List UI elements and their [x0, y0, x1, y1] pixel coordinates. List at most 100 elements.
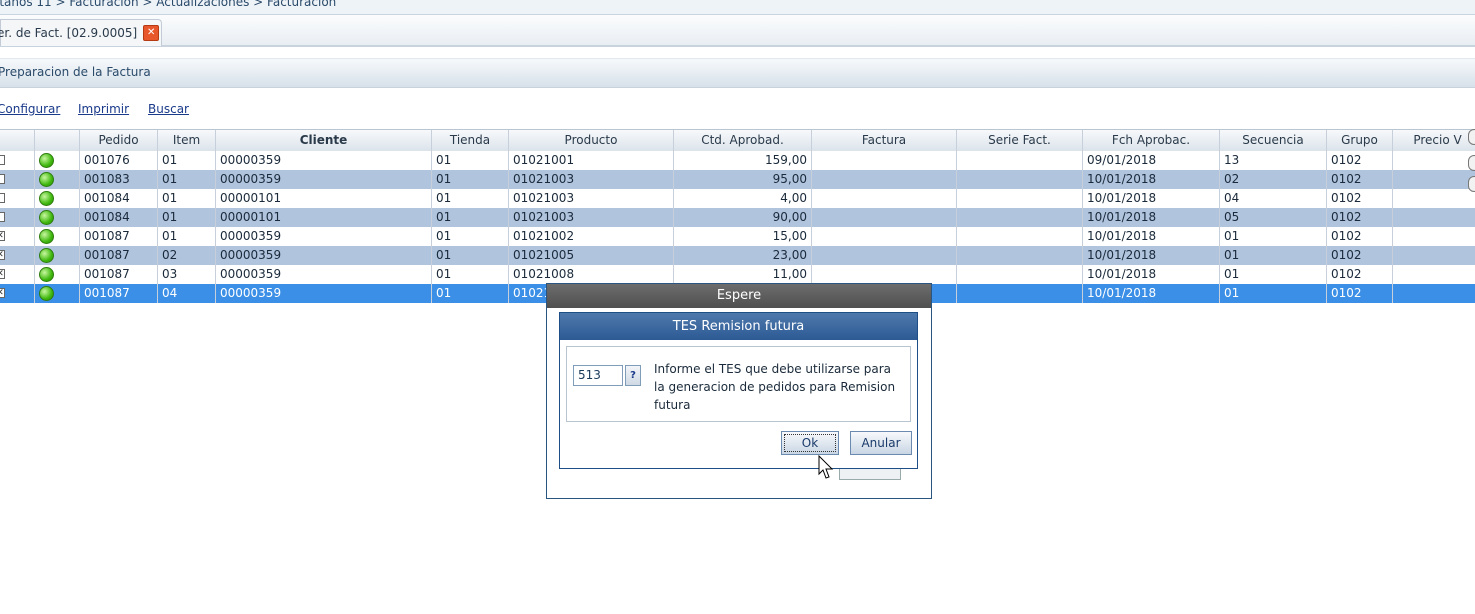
breadcrumb-bar: itanos 11 > Facturacion > Actualizacione… — [0, 0, 1475, 15]
status-cell — [35, 151, 80, 170]
cell-ctd: 95,00 — [674, 170, 812, 189]
cell-cliente: 00000359 — [216, 227, 432, 246]
cell-fecha: 10/01/2018 — [1083, 208, 1220, 227]
column-header[interactable]: Pedido — [80, 130, 158, 151]
cell-item: 01 — [158, 170, 216, 189]
row-checkbox-cell: ✕ — [0, 284, 35, 303]
row-checkbox[interactable] — [0, 174, 5, 184]
row-checkbox-cell — [0, 208, 35, 227]
row-checkbox[interactable] — [0, 212, 5, 222]
cell-secuencia: 13 — [1220, 151, 1327, 170]
ok-button[interactable]: Ok — [781, 431, 839, 455]
cell-secuencia: 01 — [1220, 265, 1327, 284]
cell-serie — [957, 189, 1083, 208]
table-row[interactable]: 001084 01 00000101 01 01021003 4,00 10/01/2018… — [0, 189, 1475, 208]
cell-precio — [1393, 170, 1475, 189]
column-header[interactable]: Cliente — [216, 130, 432, 151]
cell-tienda: 01 — [432, 246, 509, 265]
cell-ctd: 4,00 — [674, 189, 812, 208]
cell-ctd: 15,00 — [674, 227, 812, 246]
configurar-link[interactable]: Configurar — [0, 102, 60, 116]
column-header[interactable]: Factura — [812, 130, 957, 151]
column-header[interactable]: Item — [158, 130, 216, 151]
row-checkbox[interactable] — [0, 155, 5, 165]
status-green-icon — [39, 153, 54, 168]
column-header[interactable]: Tienda — [432, 130, 509, 151]
table-row[interactable]: ✕0010870300000359010102100811,0010/01/20… — [0, 265, 1475, 284]
cell-tienda: 01 — [432, 208, 509, 227]
cell-precio — [1393, 284, 1475, 303]
cell-cliente: 00000359 — [216, 246, 432, 265]
status-cell — [35, 284, 80, 303]
column-header[interactable]: Fch Aprobac. — [1083, 130, 1220, 151]
status-green-icon — [39, 286, 54, 301]
cell-item: 01 — [158, 151, 216, 170]
row-checkbox[interactable]: ✕ — [0, 269, 5, 279]
cell-cliente: 00000359 — [216, 170, 432, 189]
column-header[interactable]: Secuencia — [1220, 130, 1327, 151]
column-header[interactable]: Precio V — [1393, 130, 1475, 151]
lookup-help-icon[interactable]: ? — [625, 365, 641, 386]
anular-button[interactable]: Anular — [850, 431, 912, 455]
cell-serie — [957, 227, 1083, 246]
tes-dialog-body: 513 ? Informe el TES que debe utilizarse… — [566, 346, 911, 422]
scroll-up-button[interactable] — [1468, 129, 1475, 145]
cell-item: 01 — [158, 189, 216, 208]
table-row[interactable]: ✕0010870200000359010102100523,0010/01/20… — [0, 246, 1475, 265]
cell-producto: 01021001 — [509, 151, 674, 170]
column-header[interactable] — [0, 130, 35, 151]
cell-secuencia: 05 — [1220, 208, 1327, 227]
scroll-button-3[interactable] — [1468, 176, 1475, 192]
section-header: Preparacion de la Factura — [0, 58, 1475, 88]
row-checkbox-cell: ✕ — [0, 265, 35, 284]
tes-input[interactable]: 513 — [573, 365, 623, 386]
tab-strip: er. de Fact. [02.9.0005] ✕ — [0, 15, 1475, 47]
cell-precio — [1393, 227, 1475, 246]
row-checkbox[interactable]: ✕ — [0, 231, 5, 241]
column-header[interactable]: Producto — [509, 130, 674, 151]
table-row[interactable]: 001076 01 00000359 01 01021001 159,00 09/01/20… — [0, 151, 1475, 170]
cell-ctd: 90,00 — [674, 208, 812, 227]
table-row[interactable]: ✕0010870100000359010102100215,0010/01/20… — [0, 227, 1475, 246]
cell-tienda: 01 — [432, 151, 509, 170]
row-checkbox-cell: ✕ — [0, 246, 35, 265]
cell-factura — [812, 151, 957, 170]
close-tab-icon[interactable]: ✕ — [143, 25, 160, 41]
status-cell — [35, 227, 80, 246]
grid-header: Pedido Item Cliente Tienda Producto Ctd. Apro… — [0, 129, 1475, 152]
row-checkbox[interactable]: ✕ — [0, 288, 5, 298]
cell-pedido: 001087 — [80, 227, 158, 246]
cell-cliente: 00000359 — [216, 151, 432, 170]
tes-dialog: TES Remision futura 513 ? Informe el TES… — [559, 312, 918, 469]
cell-precio — [1393, 151, 1475, 170]
row-checkbox[interactable] — [0, 193, 5, 203]
column-header[interactable]: Grupo — [1327, 130, 1393, 151]
cell-serie — [957, 246, 1083, 265]
cell-secuencia: 02 — [1220, 170, 1327, 189]
cell-factura — [812, 208, 957, 227]
cell-producto: 01021003 — [509, 170, 674, 189]
cell-ctd: 159,00 — [674, 151, 812, 170]
cell-fecha: 10/01/2018 — [1083, 227, 1220, 246]
cell-tienda: 01 — [432, 265, 509, 284]
cell-serie — [957, 284, 1083, 303]
cell-producto: 01021003 — [509, 208, 674, 227]
scroll-button-2[interactable] — [1468, 155, 1475, 171]
column-header[interactable] — [35, 130, 80, 151]
column-header[interactable]: Ctd. Aprobad. — [674, 130, 812, 151]
cell-precio — [1393, 208, 1475, 227]
cell-producto: 01021005 — [509, 246, 674, 265]
cell-cliente: 00000101 — [216, 208, 432, 227]
cell-fecha: 10/01/2018 — [1083, 170, 1220, 189]
table-row[interactable]: 001084 01 00000101 01 01021003 90,00 10/01/201… — [0, 208, 1475, 227]
cell-fecha: 10/01/2018 — [1083, 246, 1220, 265]
row-checkbox[interactable]: ✕ — [0, 250, 5, 260]
buscar-link[interactable]: Buscar — [148, 102, 189, 116]
table-row[interactable]: 001083 01 00000359 01 01021003 95,00 10/01/201… — [0, 170, 1475, 189]
cell-fecha: 09/01/2018 — [1083, 151, 1220, 170]
tab-preparacion-factura[interactable]: er. de Fact. [02.9.0005] ✕ — [0, 19, 162, 46]
status-green-icon — [39, 229, 54, 244]
column-header[interactable]: Serie Fact. — [957, 130, 1083, 151]
imprimir-link[interactable]: Imprimir — [78, 102, 129, 116]
status-green-icon — [39, 172, 54, 187]
